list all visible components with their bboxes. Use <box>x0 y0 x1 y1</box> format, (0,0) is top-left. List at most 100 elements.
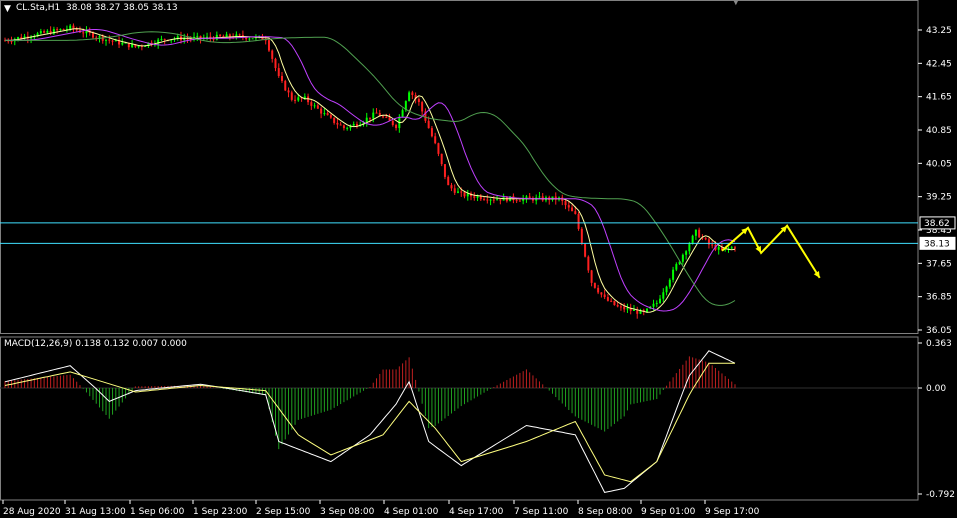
price-y-tick-label: 36.85 <box>926 293 952 303</box>
candle-body <box>430 128 433 137</box>
price-panel[interactable] <box>0 23 918 319</box>
ohlc-label: 38.08 38.27 38.05 38.13 <box>66 3 178 13</box>
candle-body <box>623 306 626 310</box>
candle-body <box>672 269 675 280</box>
candle-body <box>290 92 293 100</box>
candle-body <box>91 32 94 38</box>
candle-body <box>443 164 446 177</box>
price-panel-border <box>0 0 919 334</box>
candle-body <box>251 38 254 40</box>
candle-body <box>248 38 251 40</box>
candle-body <box>610 300 613 302</box>
candle-body <box>297 97 300 101</box>
x-tick-label: 1 Sep 23:00 <box>193 507 248 517</box>
candle-body <box>584 243 587 257</box>
candle-body <box>163 38 166 40</box>
x-tick-label: 4 Sep 17:00 <box>449 507 504 517</box>
candle-body <box>636 309 639 314</box>
candle-body <box>646 308 649 312</box>
candle-body <box>316 105 319 109</box>
candle-body <box>294 99 297 101</box>
panel-frames <box>0 0 919 501</box>
price-y-tick-label: 42.45 <box>926 59 952 69</box>
candle-body <box>342 125 345 129</box>
x-tick-label: 4 Sep 01:00 <box>384 507 439 517</box>
price-y-tick-label: 43.25 <box>926 26 952 36</box>
candle-body <box>496 199 499 201</box>
candle-body <box>313 105 316 107</box>
candle-body <box>206 36 209 38</box>
candle-body <box>111 40 114 42</box>
candle-body <box>219 34 222 37</box>
candle-body <box>401 110 404 117</box>
candle-body <box>675 264 678 270</box>
x-tick-label: 3 Sep 08:00 <box>320 507 375 517</box>
candle-body <box>382 116 385 118</box>
candle-body <box>590 270 593 283</box>
candle-body <box>98 36 101 38</box>
candle-body <box>17 37 20 39</box>
candle-body <box>717 247 720 250</box>
candle-body <box>463 192 466 197</box>
x-tick-label: 9 Sep 01:00 <box>641 507 696 517</box>
macd-y-tick-label: 0.00 <box>926 384 946 394</box>
candle-body <box>267 40 270 51</box>
candle-body <box>121 42 124 45</box>
macd-label: MACD(12,26,9) 0.138 0.132 0.007 0.000 <box>4 339 187 349</box>
candle-body <box>352 123 355 126</box>
ma-fast-line <box>5 28 736 313</box>
candle-body <box>417 98 420 103</box>
price-y-tick-label: 40.85 <box>926 126 952 136</box>
candle-body <box>597 287 600 293</box>
candle-body <box>82 32 85 34</box>
x-tick-label: 28 Aug 2020 <box>3 507 61 517</box>
candle-body <box>659 298 662 304</box>
candle-body <box>46 30 49 33</box>
candle-body <box>238 34 241 36</box>
candle-body <box>632 309 635 311</box>
candle-body <box>339 124 342 126</box>
candle-body <box>580 228 583 244</box>
candle-body <box>652 303 655 307</box>
candle-body <box>694 229 697 236</box>
candle-body <box>619 306 622 308</box>
candle-body <box>447 176 450 186</box>
candle-body <box>606 297 609 301</box>
candle-body <box>538 196 541 198</box>
candle-body <box>385 116 388 118</box>
signal-line <box>4 362 735 483</box>
candle-body <box>160 38 163 40</box>
candle-body <box>56 29 59 31</box>
candle-body <box>730 247 733 249</box>
candle-body <box>434 136 437 144</box>
candle-body <box>369 117 371 119</box>
candle-body <box>375 112 378 114</box>
candle-body <box>75 28 78 31</box>
candle-body <box>391 120 394 126</box>
candle-body <box>310 102 313 106</box>
candle-body <box>326 113 329 116</box>
candle-body <box>515 200 518 202</box>
candle-body <box>734 247 736 249</box>
candle-body <box>473 196 476 198</box>
macd-panel[interactable] <box>0 350 918 493</box>
scroll-triangle-icon[interactable]: ▼ <box>732 0 740 7</box>
macd-y-tick-label: -0.792 <box>926 490 955 500</box>
candle-body <box>492 199 495 201</box>
candle-body <box>281 75 284 81</box>
candle-body <box>427 120 430 129</box>
candle-body <box>668 279 671 287</box>
candle-body <box>69 25 72 29</box>
candle-body <box>681 254 684 262</box>
candle-body <box>655 303 658 305</box>
candle-body <box>587 256 590 271</box>
x-tick-label: 1 Sep 06:00 <box>130 507 185 517</box>
candle-body <box>43 31 46 33</box>
candle-body <box>450 185 453 189</box>
candle-body <box>577 213 580 229</box>
chart-canvas: 43.2542.4541.6540.8540.0539.2538.4537.65… <box>0 0 956 517</box>
candle-body <box>571 207 574 212</box>
dropdown-triangle-icon[interactable]: ▼ <box>4 4 11 14</box>
candle-body <box>62 29 65 31</box>
candle-body <box>440 153 443 165</box>
